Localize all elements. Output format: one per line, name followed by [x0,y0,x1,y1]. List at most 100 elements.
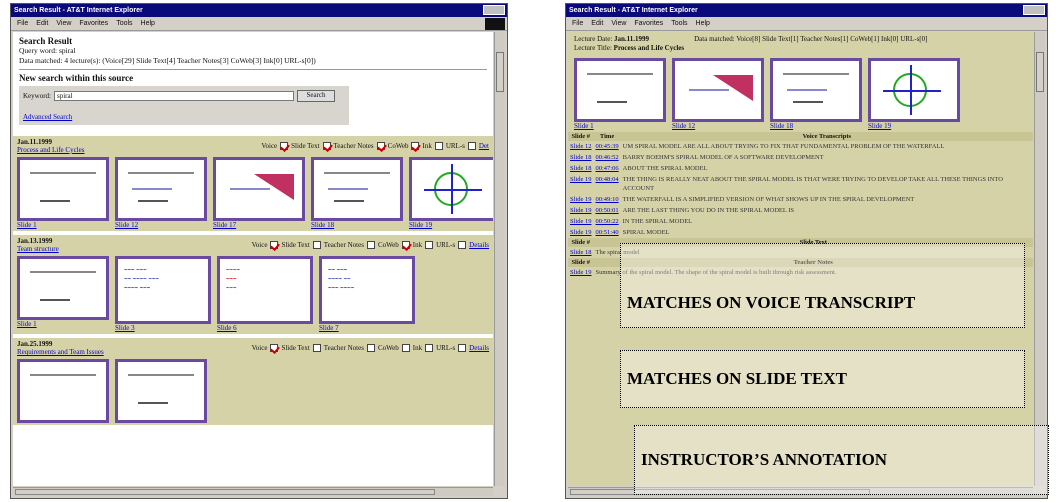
slide-link[interactable]: Slide 3 [115,324,211,332]
slide-link[interactable]: Slide 19 [868,122,960,130]
vertical-scrollbar[interactable] [494,32,505,486]
filter-voice-checkbox[interactable] [280,142,289,150]
window-controls[interactable] [483,5,505,15]
transcript-text: BARRY BOEHM'S SPIRAL MODEL OF A SOFTWARE… [622,154,824,161]
menu-help[interactable]: Help [696,20,710,27]
slide-thumbnail[interactable] [770,58,862,122]
slide-link[interactable]: Slide 6 [217,324,313,332]
slide-thumbnail[interactable] [115,359,207,423]
filter-coweb-checkbox[interactable] [401,344,410,352]
time-link[interactable]: 00:50:01 [594,205,621,216]
search-button[interactable]: Search [297,90,335,102]
slide-link[interactable]: Slide 19 [409,221,493,229]
filter-coweb-checkbox[interactable] [411,142,420,150]
filter-teacher-notes-checkbox[interactable] [366,241,375,249]
time-link[interactable]: 00:50:22 [594,216,621,227]
slide-link[interactable]: Slide 19 [568,227,594,238]
slide-link[interactable]: Slide 12 [568,141,594,152]
slide-thumbnail[interactable] [17,256,109,320]
slide-link[interactable]: Slide 19 [568,216,594,227]
time-link[interactable]: 00:48:04 [594,174,621,194]
menu-view[interactable]: View [611,20,626,27]
time-link[interactable]: 00:51:40 [594,227,621,238]
menu-file[interactable]: File [17,20,28,27]
menu-file[interactable]: File [572,20,583,27]
filter-coweb-checkbox[interactable] [401,241,410,249]
keyword-input[interactable]: spiral [54,91,294,101]
slide-link[interactable]: Slide 1 [17,221,109,229]
slide-thumbnail[interactable] [311,157,403,221]
menu-edit[interactable]: Edit [591,20,603,27]
slide-link[interactable]: Slide 12 [115,221,207,229]
slide-link[interactable]: Slide 18 [568,247,594,258]
slide-thumbnail[interactable] [17,359,109,423]
filter-label: CoWeb [387,142,409,150]
slide-link[interactable]: Slide 18 [770,122,862,130]
slide-link[interactable]: Slide 18 [568,163,594,174]
menu-favorites[interactable]: Favorites [634,20,663,27]
filter-voice-checkbox[interactable] [270,241,279,249]
slide-thumbnail[interactable] [672,58,764,122]
slide-link[interactable]: Slide 17 [213,221,305,229]
filter-label: Teacher Notes [333,142,374,150]
slide-thumbnail[interactable] [868,58,960,122]
slide-thumbnail[interactable] [574,58,666,122]
time-link[interactable]: 00:45:39 [594,141,621,152]
filter-label: CoWeb [377,241,399,249]
slide-link[interactable]: Slide 19 [568,205,594,216]
filter-voice-checkbox[interactable] [270,344,279,352]
column-header: Slide # [568,132,594,141]
menu-tools[interactable]: Tools [671,20,687,27]
slide-link[interactable]: Slide 1 [574,122,666,130]
lecture-title-link[interactable]: Team structure [17,245,59,253]
menu-help[interactable]: Help [141,20,155,27]
slide-link[interactable]: Slide 12 [672,122,764,130]
menu-edit[interactable]: Edit [36,20,48,27]
filter-url-checkbox[interactable] [467,142,476,150]
time-link[interactable]: 00:49:10 [594,194,621,205]
filter-ink-checkbox[interactable] [434,142,443,150]
data-matched-line: Data matched: 4 lecture(s): (Voice[29] S… [19,56,316,65]
filter-label: Ink [412,241,423,249]
filter-url-checkbox[interactable] [458,344,467,352]
filter-teacher-notes-checkbox[interactable] [376,142,385,150]
vertical-scrollbar[interactable] [1034,32,1045,486]
slide-thumbnail[interactable] [213,157,305,221]
filter-slide-text-checkbox[interactable] [312,344,321,352]
filter-url-checkbox[interactable] [458,241,467,249]
details-link[interactable]: Details [469,241,489,249]
time-link[interactable]: 00:46:52 [594,152,621,163]
horizontal-scrollbar[interactable] [13,487,493,496]
slide-link[interactable]: Slide 18 [311,221,403,229]
slide-thumbnail[interactable]: ~~~ ~~~ ~~ ~~~~ ~~~ ~~~~ ~~~ [115,256,211,324]
slide-thumbnail[interactable] [409,157,493,221]
slide-link[interactable]: Slide 1 [17,320,109,328]
details-link[interactable]: Details [469,344,489,352]
slide-link[interactable]: Slide 19 [568,267,594,278]
menu-view[interactable]: View [56,20,71,27]
details-link[interactable]: Det [479,142,489,150]
divider [19,69,487,70]
slide-link[interactable]: Slide 18 [568,152,594,163]
slide-thumbnail[interactable]: ~~ ~~~ ~~~~ ~~ ~~~ ~~~~ [319,256,415,324]
filter-ink-checkbox[interactable] [425,344,434,352]
menu-favorites[interactable]: Favorites [79,20,108,27]
menu-tools[interactable]: Tools [116,20,132,27]
filter-slide-text-checkbox[interactable] [322,142,331,150]
window-controls[interactable] [1023,5,1045,15]
slide-link[interactable]: Slide 19 [568,174,594,194]
filter-label: Slide Text [291,142,320,150]
filter-checkboxes: Voice Slide Text Teacher Notes CoWeb Ink… [252,340,489,356]
lecture-title-link[interactable]: Requirements and Team Issues [17,348,104,356]
filter-slide-text-checkbox[interactable] [312,241,321,249]
filter-ink-checkbox[interactable] [425,241,434,249]
slide-thumbnail[interactable]: ~~~~ ~~~ ~~~ [217,256,313,324]
lecture-title-link[interactable]: Process and Life Cycles [17,146,84,154]
filter-teacher-notes-checkbox[interactable] [366,344,375,352]
slide-thumbnail[interactable] [115,157,207,221]
advanced-search-link[interactable]: Advanced Search [23,113,72,121]
slide-thumbnail[interactable] [17,157,109,221]
slide-link[interactable]: Slide 7 [319,324,415,332]
slide-link[interactable]: Slide 19 [568,194,594,205]
time-link[interactable]: 00:47:06 [594,163,621,174]
